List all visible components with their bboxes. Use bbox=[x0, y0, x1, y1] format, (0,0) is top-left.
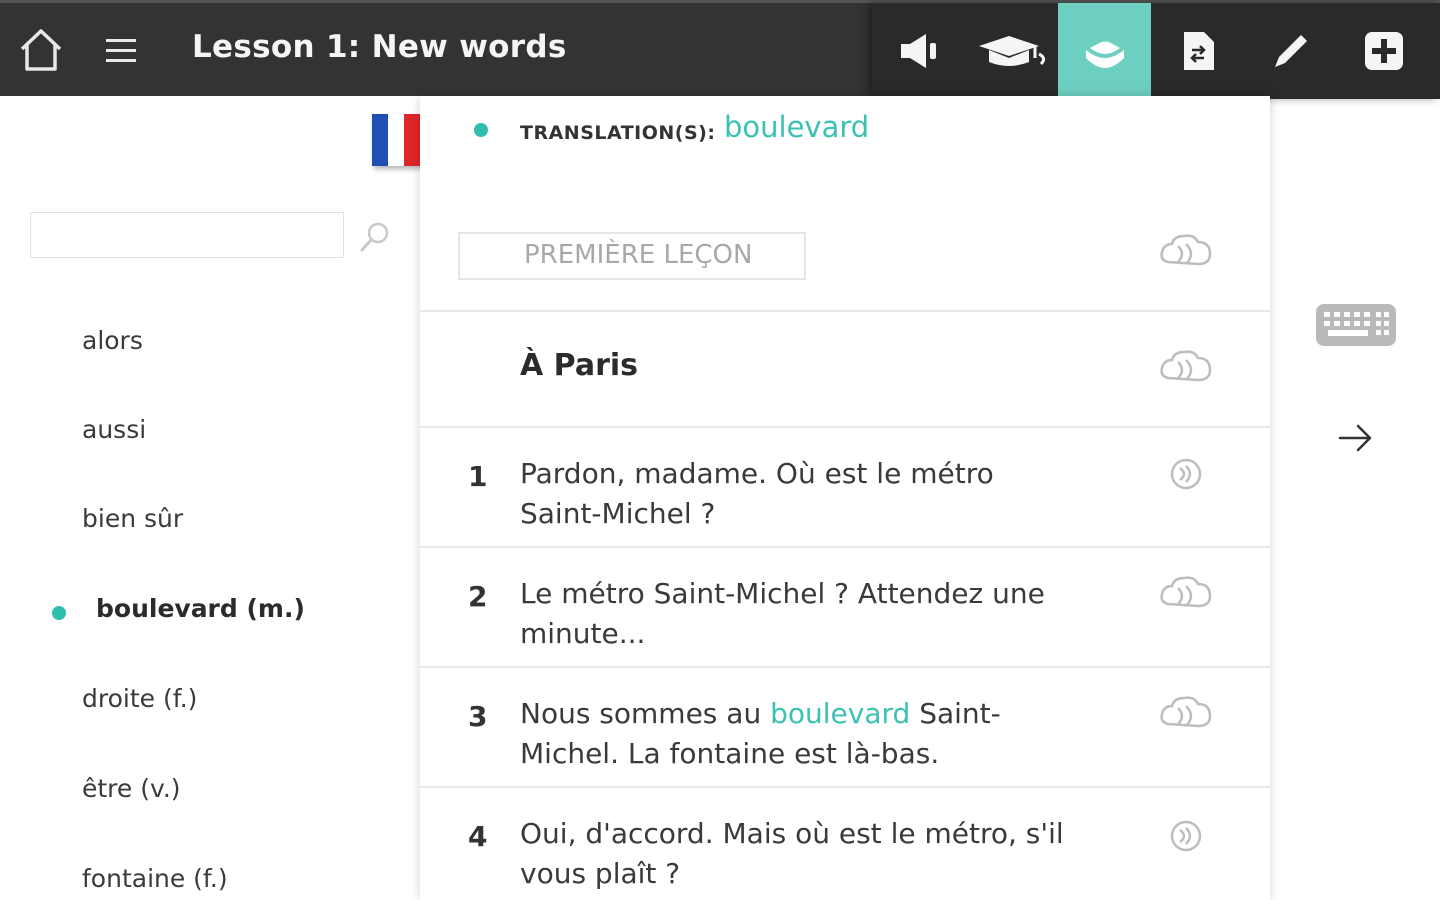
audio-play-icon[interactable] bbox=[1158, 694, 1214, 734]
add-button[interactable] bbox=[1337, 3, 1430, 99]
content-panel: TRANSLATION(S): boulevard PREMIÈRE LEÇON… bbox=[420, 96, 1270, 900]
sentence-highlight[interactable]: boulevard bbox=[770, 697, 910, 730]
french-flag-icon[interactable] bbox=[372, 114, 420, 166]
pencil-icon bbox=[1274, 35, 1307, 67]
sentence-text[interactable]: Pardon, madame. Où est le métro Saint-Mi… bbox=[520, 454, 1080, 534]
word-list-item-selected[interactable]: boulevard (m.) bbox=[96, 594, 305, 623]
sentence-text[interactable]: Le métro Saint-Michel ? Attendez une min… bbox=[520, 574, 1080, 654]
search-input[interactable] bbox=[30, 212, 344, 258]
menu-icon[interactable] bbox=[100, 29, 142, 71]
home-icon[interactable] bbox=[16, 25, 66, 75]
word-list-item[interactable]: droite (f.) bbox=[82, 684, 197, 713]
sentence-number: 3 bbox=[468, 700, 488, 733]
audio-play-icon[interactable] bbox=[1158, 348, 1214, 388]
sentence-number: 4 bbox=[468, 820, 488, 853]
audio-play-icon[interactable] bbox=[1158, 816, 1214, 856]
word-list-item[interactable]: aussi bbox=[82, 415, 146, 444]
sentence-number: 1 bbox=[468, 460, 488, 493]
vocabulary-icon: b bbox=[1085, 31, 1124, 68]
word-list-item[interactable]: être (v.) bbox=[82, 774, 181, 803]
graduation-cap-icon bbox=[978, 36, 1045, 66]
audio-button[interactable] bbox=[872, 3, 965, 99]
document-button[interactable] bbox=[1151, 3, 1244, 99]
word-list-item[interactable]: fontaine (f.) bbox=[82, 864, 228, 893]
row-divider bbox=[420, 310, 1270, 312]
add-icon bbox=[1364, 32, 1403, 70]
selected-indicator bbox=[52, 606, 66, 620]
lessons-button[interactable] bbox=[965, 3, 1058, 99]
speaker-icon bbox=[900, 34, 936, 68]
svg-text:b: b bbox=[1100, 31, 1109, 46]
vocabulary-button[interactable]: b bbox=[1058, 3, 1151, 99]
keyboard-icon[interactable] bbox=[1314, 302, 1398, 348]
search-icon[interactable] bbox=[358, 220, 392, 254]
row-divider bbox=[420, 666, 1270, 668]
sentence-part: Pardon, madame. Où est le métro Saint-Mi… bbox=[520, 457, 994, 530]
audio-play-icon[interactable] bbox=[1158, 574, 1214, 614]
audio-play-icon[interactable] bbox=[1158, 454, 1214, 494]
edit-button[interactable] bbox=[1244, 3, 1337, 99]
sentence-text[interactable]: Nous sommes au boulevard Saint-Michel. L… bbox=[520, 694, 1080, 774]
arrow-right-icon[interactable] bbox=[1336, 420, 1376, 456]
sentence-part: Oui, d'accord. Mais où est le métro, s'i… bbox=[520, 817, 1064, 890]
sentence-part: Nous sommes au bbox=[520, 697, 771, 730]
row-divider bbox=[420, 786, 1270, 788]
translation-value: boulevard bbox=[724, 110, 870, 144]
sentence-text[interactable]: Oui, d'accord. Mais où est le métro, s'i… bbox=[520, 814, 1080, 894]
translation-indicator bbox=[474, 123, 488, 137]
dialogue-heading: À Paris bbox=[520, 348, 639, 383]
document-icon bbox=[1183, 32, 1214, 70]
word-list-item[interactable]: bien sûr bbox=[82, 504, 183, 533]
audio-play-icon[interactable] bbox=[1158, 232, 1214, 272]
page-title: Lesson 1: New words bbox=[192, 29, 567, 65]
row-divider bbox=[420, 426, 1270, 428]
lesson-label: PREMIÈRE LEÇON bbox=[458, 232, 806, 280]
translation-label: TRANSLATION(S): bbox=[520, 122, 716, 144]
sentence-part: Le métro Saint-Michel ? Attendez une min… bbox=[520, 577, 1045, 650]
sentence-number: 2 bbox=[468, 580, 488, 613]
word-list-item[interactable]: alors bbox=[82, 326, 143, 355]
row-divider bbox=[420, 546, 1270, 548]
top-bar: Lesson 1: New words b bbox=[0, 0, 1440, 99]
toolbar: b bbox=[872, 3, 1440, 99]
